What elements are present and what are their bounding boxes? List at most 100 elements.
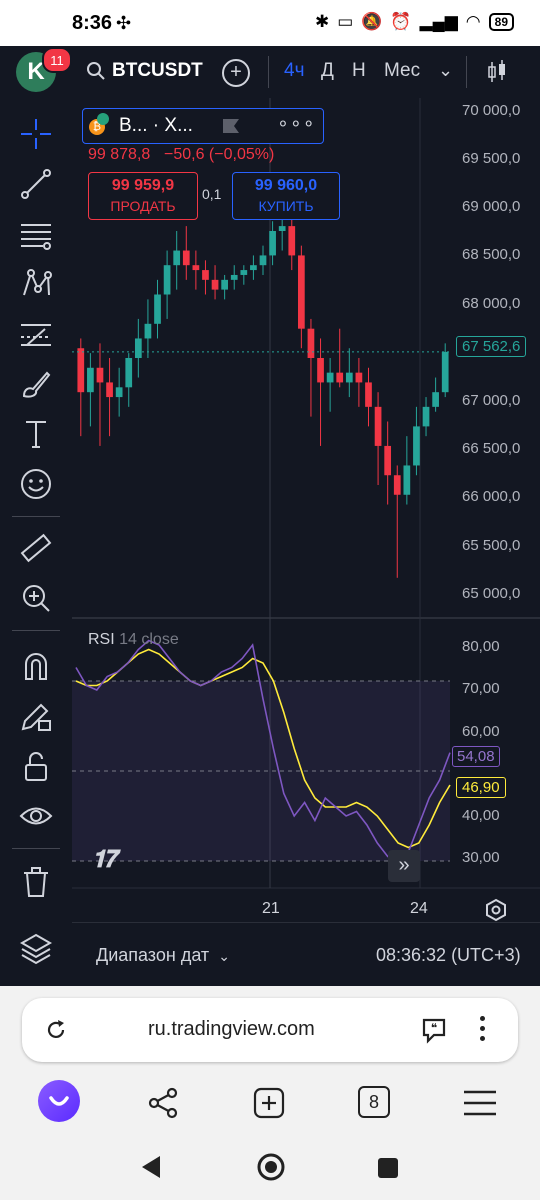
trendline-tool[interactable] (14, 162, 58, 206)
signal-icon: ▂▄▆ (419, 12, 458, 31)
magnet-tool[interactable] (14, 644, 58, 688)
flag-icon[interactable] (221, 118, 241, 134)
rsi-tick: 30,00 (462, 849, 500, 866)
buy-button[interactable]: 99 960,0 КУПИТЬ (232, 172, 340, 220)
spread-value: 0,1 (202, 186, 222, 202)
candle-down (365, 382, 372, 407)
drawing-toolbar (0, 98, 73, 986)
status-notification-icon: ✣ (116, 13, 132, 33)
candle-up (240, 270, 248, 275)
chart-area[interactable]: ₿ B... · X... ∘∘∘ 99 878,8 −50,6 (−0,05%… (72, 98, 540, 986)
status-time: 8:36 (72, 12, 113, 34)
hide-drawings-tool[interactable] (14, 794, 58, 838)
projection-icon (21, 324, 51, 346)
candle-up (250, 265, 257, 271)
buy-price: 99 960,0 (254, 177, 318, 194)
tabs-button[interactable]: 8 (358, 1086, 390, 1118)
tradingview-logo: 𝟏𝟕 (92, 846, 117, 873)
candle-style-icon[interactable] (486, 58, 508, 86)
quote-icon[interactable]: ❝ (420, 1016, 448, 1044)
chart-canvas[interactable] (72, 98, 540, 922)
timezone-clock[interactable]: 08:36:32 (UTC+3) (376, 945, 521, 966)
url-text[interactable]: ru.tradingview.com (148, 1018, 315, 1041)
magnet-icon (25, 653, 47, 680)
candle-down (374, 406, 382, 446)
recents-nav-icon[interactable] (376, 1156, 400, 1180)
compare-symbol-button[interactable]: + (222, 59, 250, 87)
lock-all-tool[interactable] (14, 744, 58, 788)
object-tree-tool[interactable] (14, 926, 58, 970)
toolbar-divider (12, 516, 60, 517)
candle-down (182, 250, 190, 266)
brush-tool[interactable] (14, 362, 58, 406)
hamburger-menu-icon[interactable] (462, 1088, 498, 1118)
pattern-tool[interactable] (14, 262, 58, 306)
price-tick: 68 000,0 (462, 295, 521, 312)
candle-down (307, 328, 315, 358)
brush-icon (22, 371, 51, 398)
new-tab-icon[interactable] (252, 1086, 286, 1120)
symbol-search[interactable]: BTCUSDT (86, 60, 203, 82)
fib-tool[interactable] (14, 212, 58, 256)
ruler-icon (20, 533, 52, 563)
price-tick: 69 000,0 (462, 198, 521, 215)
candle-down (211, 279, 219, 290)
scroll-to-realtime-button[interactable]: » (388, 850, 420, 882)
candle-up (278, 226, 286, 231)
rsi-value-label: 54,08 (452, 746, 500, 767)
timeframe-dropdown-icon[interactable]: ⌄ (438, 60, 453, 81)
rsi-name: RSI (88, 631, 115, 648)
menu-dots-icon[interactable] (478, 1014, 486, 1041)
timeframe-day[interactable]: Д (321, 60, 334, 82)
home-nav-icon[interactable] (256, 1152, 286, 1182)
time-tick: 24 (410, 900, 428, 917)
timeframe-4h[interactable]: 4ч (284, 60, 304, 82)
date-range-button[interactable]: Диапазон дат ⌄ (96, 945, 230, 966)
emoji-tool[interactable] (14, 462, 58, 506)
browser-bar: ru.tradingview.com ❝ 8 (0, 986, 540, 1200)
candle-down (96, 367, 104, 383)
back-nav-icon[interactable] (140, 1154, 164, 1180)
candle-up (422, 406, 430, 427)
candle-up (326, 372, 334, 383)
delete-drawings-tool[interactable] (14, 860, 58, 904)
candle-up (441, 351, 449, 393)
alice-icon (49, 1096, 69, 1106)
lock-drawing-tool[interactable] (14, 694, 58, 738)
candle-down (298, 255, 305, 329)
battery-icon: 89 (488, 13, 514, 31)
text-tool[interactable] (14, 412, 58, 456)
legend-symbol-name: B... · X... (119, 115, 193, 136)
share-icon[interactable] (146, 1086, 180, 1120)
candle-up (134, 338, 142, 358)
candle-down (317, 358, 324, 383)
date-range-label: Диапазон дат (96, 945, 210, 965)
forecast-tool[interactable] (14, 312, 58, 356)
chevron-down-icon: ⌄ (218, 948, 230, 964)
candle-down (336, 372, 344, 383)
measure-tool[interactable] (14, 526, 58, 570)
rsi-tick: 40,00 (462, 807, 500, 824)
fib-retracement-icon (21, 224, 51, 250)
timeframe-week[interactable]: Н (352, 60, 366, 82)
rsi-tick: 70,00 (462, 680, 500, 697)
more-options-icon[interactable]: ∘∘∘ (277, 113, 316, 136)
wifi-icon: ◠ (465, 12, 481, 31)
symbol-legend[interactable]: ₿ B... · X... ∘∘∘ (82, 108, 324, 144)
price-tick: 70 000,0 (462, 102, 521, 119)
time-tick: 21 (262, 900, 280, 917)
tether-icon (97, 113, 109, 125)
crosshair-tool[interactable] (14, 112, 58, 156)
unlock-icon (25, 752, 47, 781)
rsi-tick: 80,00 (462, 638, 500, 655)
text-icon (26, 421, 46, 448)
reload-icon[interactable] (44, 1018, 68, 1042)
alice-assistant-button[interactable] (38, 1080, 80, 1122)
sell-button[interactable]: 99 959,9 ПРОДАТЬ (88, 172, 198, 220)
address-bar[interactable]: ru.tradingview.com ❝ (22, 998, 518, 1062)
pencil-lock-icon (21, 703, 51, 731)
zoom-tool[interactable] (14, 576, 58, 620)
chart-settings-icon[interactable] (484, 898, 508, 922)
crosshair-icon (21, 119, 51, 149)
timeframe-month[interactable]: Мес (384, 60, 420, 82)
